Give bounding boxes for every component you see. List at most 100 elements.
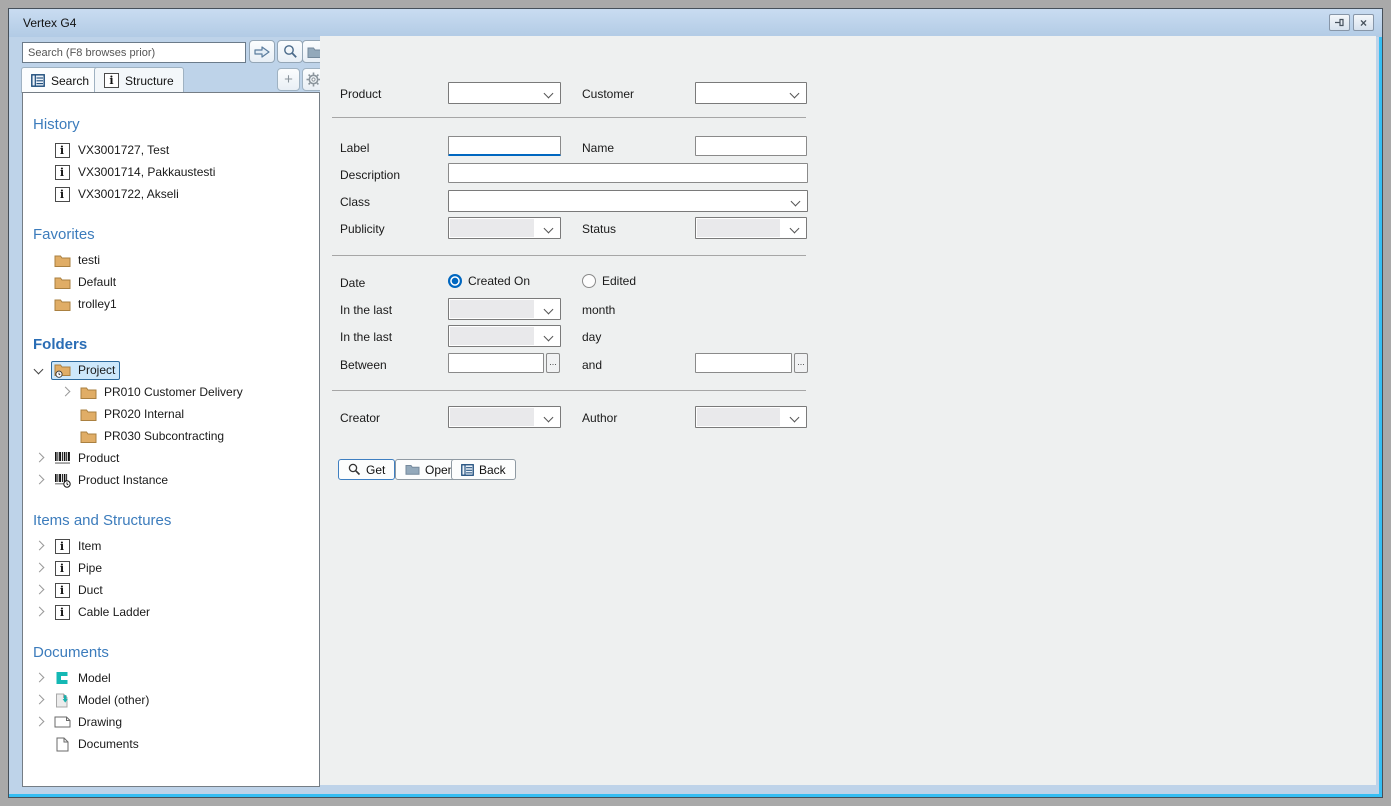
magnifier-icon (348, 463, 361, 476)
tree-item[interactable]: Product Instance (23, 469, 319, 491)
status-dropdown[interactable] (695, 217, 807, 239)
name-input[interactable] (695, 136, 807, 156)
tab-search[interactable]: Search (21, 67, 99, 93)
creator-dropdown[interactable] (448, 406, 561, 428)
plus-icon: + (284, 71, 293, 88)
tree-item[interactable]: Drawing (23, 711, 319, 733)
tree-item[interactable]: trolley1 (23, 293, 319, 315)
product-dropdown[interactable] (448, 82, 561, 104)
desktop-background: Vertex G4 × (0, 0, 1391, 806)
chevron-right-icon[interactable] (33, 606, 45, 618)
tree-item[interactable]: i VX3001727, Test (23, 139, 319, 161)
folder-clock-icon (54, 363, 72, 378)
section-header-history: History (33, 115, 319, 135)
section-header-folders: Folders (33, 335, 319, 355)
window-title: Vertex G4 (23, 16, 76, 30)
tree-item[interactable]: i Pipe (23, 557, 319, 579)
between-label: Between (340, 358, 387, 372)
add-tab-button[interactable]: + (277, 68, 300, 91)
between-from-picker-button[interactable]: ... (546, 353, 560, 373)
tree-item[interactable]: Default (23, 271, 319, 293)
author-dropdown[interactable] (695, 406, 807, 428)
tree-item[interactable]: PR030 Subcontracting (23, 425, 319, 447)
barcode-clock-icon (53, 473, 71, 488)
customer-label: Customer (582, 87, 634, 101)
gear-icon (306, 72, 321, 87)
radio-unselected-icon (582, 274, 596, 288)
navigation-tree: History i VX3001727, Test i VX3001714, P… (22, 92, 320, 787)
chevron-spacer (59, 408, 71, 420)
section-header-favorites: Favorites (33, 225, 319, 245)
tree-item[interactable]: PR020 Internal (23, 403, 319, 425)
back-button[interactable]: Back (451, 459, 516, 480)
radio-created-on[interactable]: Created On (448, 274, 530, 288)
tree-item[interactable]: testi (23, 249, 319, 271)
list-icon (31, 74, 45, 87)
vertex-model-icon (53, 671, 71, 685)
tree-item[interactable]: Model (other) (23, 689, 319, 711)
between-to-input[interactable] (695, 353, 792, 373)
tree-item[interactable]: Documents (23, 733, 319, 755)
chevron-right-icon[interactable] (33, 584, 45, 596)
go-button[interactable] (249, 40, 275, 63)
tree-item[interactable]: i VX3001714, Pakkaustesti (23, 161, 319, 183)
arrow-right-icon (253, 45, 271, 59)
tree-item[interactable]: i Duct (23, 579, 319, 601)
vertex-g4-window: Vertex G4 × (8, 8, 1383, 798)
chevron-right-icon[interactable] (33, 562, 45, 574)
section-divider (332, 117, 806, 118)
product-label: Product (340, 87, 381, 101)
tree-item[interactable]: Product (23, 447, 319, 469)
tree-item[interactable]: i Item (23, 535, 319, 557)
tab-structure[interactable]: i Structure (94, 67, 184, 93)
search-form-panel: Product Customer Label Name Description … (320, 36, 1376, 785)
description-input[interactable] (448, 163, 808, 183)
tree-item-selected[interactable]: Project (23, 359, 319, 381)
between-from-input[interactable] (448, 353, 544, 373)
publicity-label: Publicity (340, 222, 385, 236)
in-the-last-month-dropdown[interactable] (448, 298, 561, 320)
chevron-down-icon[interactable] (33, 364, 45, 376)
section-divider (332, 255, 806, 256)
folder-icon (79, 408, 97, 421)
customer-dropdown[interactable] (695, 82, 807, 104)
radio-selected-icon (448, 274, 462, 288)
label-input[interactable] (448, 136, 561, 156)
folder-icon (53, 254, 71, 267)
in-the-last-day-dropdown[interactable] (448, 325, 561, 347)
name-label: Name (582, 141, 614, 155)
tree-item[interactable]: PR010 Customer Delivery (23, 381, 319, 403)
tree-item[interactable]: Model (23, 667, 319, 689)
tree-item[interactable]: i Cable Ladder (23, 601, 319, 623)
selection-highlight: Project (51, 361, 120, 380)
chevron-right-icon[interactable] (33, 694, 45, 706)
publicity-dropdown[interactable] (448, 217, 561, 239)
drawing-page-icon (53, 716, 71, 728)
chevron-right-icon[interactable] (59, 386, 71, 398)
tab-structure-label: Structure (125, 74, 174, 88)
pin-button[interactable] (1329, 14, 1350, 31)
get-button[interactable]: Get (338, 459, 395, 480)
month-label: month (582, 303, 615, 317)
barcode-icon (53, 451, 71, 465)
chevron-right-icon[interactable] (33, 474, 45, 486)
chevron-right-icon[interactable] (33, 672, 45, 684)
class-dropdown[interactable] (448, 190, 808, 212)
info-icon: i (55, 539, 70, 554)
page-download-icon (53, 693, 71, 708)
close-button[interactable]: × (1353, 14, 1374, 31)
info-icon: i (104, 73, 119, 88)
between-to-picker-button[interactable]: ... (794, 353, 808, 373)
title-bar[interactable]: Vertex G4 × (9, 9, 1382, 37)
folder-icon (53, 298, 71, 311)
chevron-right-icon[interactable] (33, 452, 45, 464)
radio-edited[interactable]: Edited (582, 274, 636, 288)
folder-icon (53, 276, 71, 289)
tab-search-label: Search (51, 74, 89, 88)
chevron-right-icon[interactable] (33, 540, 45, 552)
tree-item[interactable]: i VX3001722, Akseli (23, 183, 319, 205)
folder-icon (79, 430, 97, 443)
chevron-right-icon[interactable] (33, 716, 45, 728)
search-input[interactable] (22, 42, 246, 63)
search-button[interactable] (277, 40, 303, 63)
